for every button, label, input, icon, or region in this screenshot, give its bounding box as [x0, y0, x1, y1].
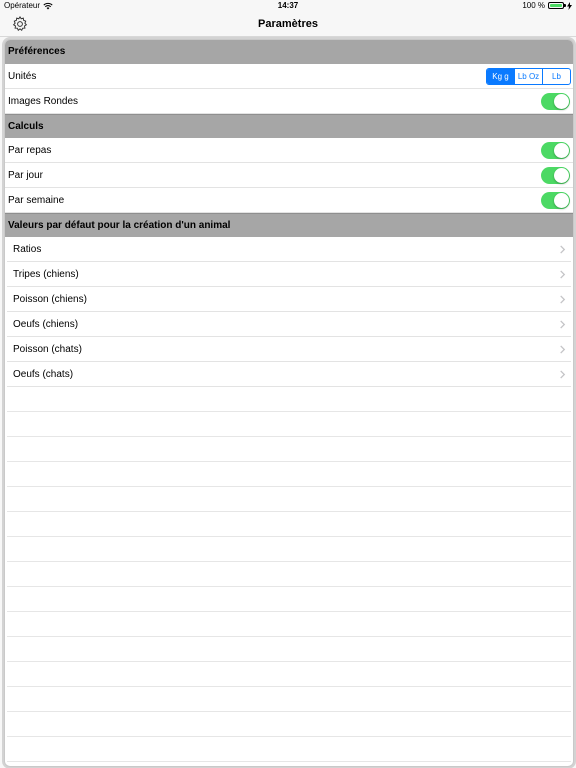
battery-percent: 100 %: [522, 1, 545, 10]
per-meal-row: Par repas: [5, 138, 573, 163]
round-images-row: Images Rondes: [5, 89, 573, 114]
chevron-right-icon: [560, 244, 566, 254]
list-item-oeufs-chiens[interactable]: Oeufs (chiens): [7, 312, 571, 337]
per-week-toggle[interactable]: [541, 191, 570, 209]
empty-row: [7, 662, 571, 687]
defaults-list: Ratios Tripes (chiens) Poisson (chiens) …: [7, 237, 571, 762]
navigation-bar: Paramètres: [0, 12, 576, 37]
list-item-ratios[interactable]: Ratios: [7, 237, 571, 262]
page-title: Paramètres: [258, 18, 318, 30]
chevron-right-icon: [560, 369, 566, 379]
empty-row: [7, 512, 571, 537]
empty-row: [7, 487, 571, 512]
chevron-right-icon: [560, 269, 566, 279]
units-row: Unités Kg g Lb Oz Lb: [5, 64, 573, 89]
charging-icon: [567, 1, 572, 10]
list-item-poisson-chiens[interactable]: Poisson (chiens): [7, 287, 571, 312]
list-item-oeufs-chats[interactable]: Oeufs (chats): [7, 362, 571, 387]
chevron-right-icon: [560, 344, 566, 354]
empty-row: [7, 712, 571, 737]
status-time: 14:37: [277, 1, 299, 10]
units-option-lb-oz[interactable]: Lb Oz: [514, 68, 542, 84]
empty-row: [7, 737, 571, 762]
section-header-preferences: Préférences: [5, 40, 573, 64]
per-meal-label: Par repas: [8, 144, 52, 156]
list-item-label: Poisson (chiens): [13, 293, 87, 305]
list-item-label: Oeufs (chiens): [13, 318, 79, 330]
empty-row: [7, 437, 571, 462]
round-images-label: Images Rondes: [8, 95, 79, 107]
per-day-toggle[interactable]: [541, 166, 570, 184]
battery-icon: [548, 2, 566, 9]
round-images-toggle[interactable]: [541, 92, 570, 110]
status-bar: Opérateur 14:37 100 %: [0, 0, 576, 12]
empty-row: [7, 612, 571, 637]
per-meal-toggle[interactable]: [541, 141, 570, 159]
section-header-calculs: Calculs: [5, 114, 573, 138]
battery-area: 100 %: [522, 1, 572, 10]
empty-row: [7, 687, 571, 712]
empty-row: [7, 387, 571, 412]
units-option-lb[interactable]: Lb: [542, 68, 570, 84]
per-week-row: Par semaine: [5, 188, 573, 213]
empty-row: [7, 412, 571, 437]
list-item-tripes-chiens[interactable]: Tripes (chiens): [7, 262, 571, 287]
chevron-right-icon: [560, 319, 566, 329]
list-item-label: Poisson (chats): [13, 343, 82, 355]
list-item-label: Ratios: [13, 243, 42, 255]
list-item-poisson-chats[interactable]: Poisson (chats): [7, 337, 571, 362]
units-label: Unités: [8, 70, 37, 82]
chevron-right-icon: [560, 294, 566, 304]
empty-row: [7, 637, 571, 662]
empty-row: [7, 462, 571, 487]
section-header-defaults: Valeurs par défaut pour la création d'un…: [5, 213, 573, 237]
list-item-label: Oeufs (chats): [13, 368, 74, 380]
empty-row: [7, 562, 571, 587]
empty-row: [7, 537, 571, 562]
units-segmented-control: Kg g Lb Oz Lb: [486, 67, 571, 85]
units-option-kg-g[interactable]: Kg g: [487, 68, 514, 84]
per-day-label: Par jour: [8, 169, 44, 181]
empty-row: [7, 587, 571, 612]
per-week-label: Par semaine: [8, 194, 65, 206]
list-item-label: Tripes (chiens): [13, 268, 79, 280]
per-day-row: Par jour: [5, 163, 573, 188]
settings-panel: Préférences Unités Kg g Lb Oz Lb Images …: [4, 39, 574, 767]
